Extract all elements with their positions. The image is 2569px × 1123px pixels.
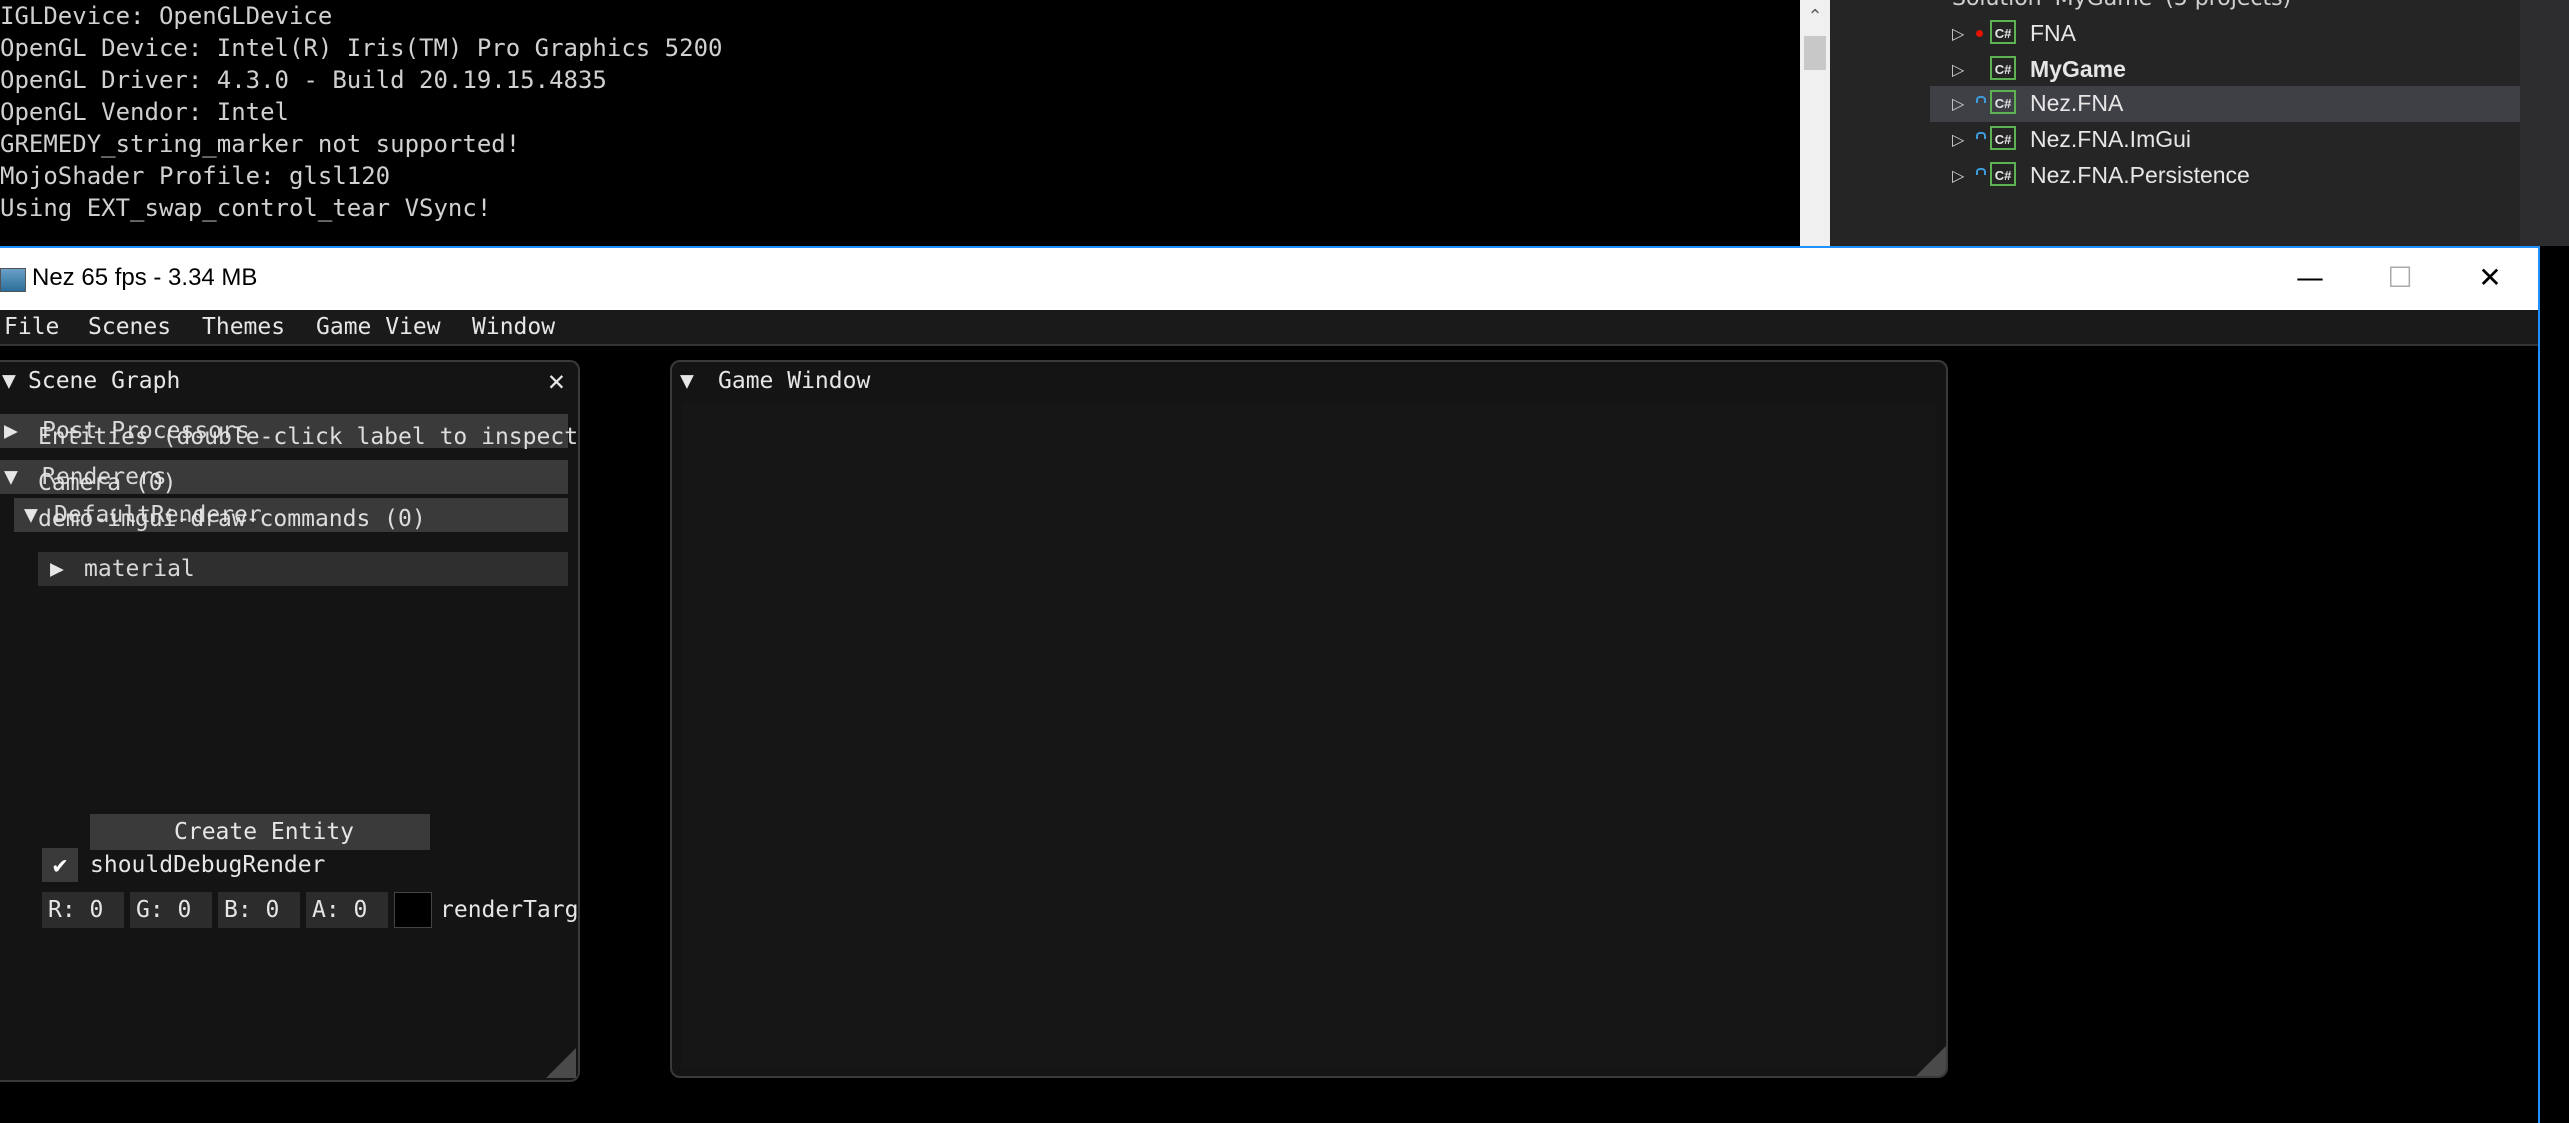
collapse-triangle-icon[interactable]: ▼ bbox=[680, 362, 706, 400]
minimize-button[interactable]: — bbox=[2280, 256, 2340, 300]
lock-icon bbox=[1976, 168, 1986, 175]
console-line: MojoShader Profile: glsl120 bbox=[0, 162, 391, 190]
project-item-nez-fna-imgui[interactable]: ▷ C# Nez.FNA.ImGui bbox=[1930, 122, 2520, 158]
console-scrollbar[interactable]: ⌃ bbox=[1800, 0, 1830, 246]
console-line: OpenGL Driver: 4.3.0 - Build 20.19.15.48… bbox=[0, 66, 607, 94]
menu-window[interactable]: Window bbox=[472, 312, 555, 342]
app-icon bbox=[0, 268, 26, 292]
nez-game-window: Nez 65 fps - 3.34 MB — ☐ ✕ File Scenes T… bbox=[0, 246, 2540, 1123]
console-line: OpenGL Vendor: Intel bbox=[0, 98, 289, 126]
draw-commands-label: demo-imgui-draw-commands (0) bbox=[38, 506, 426, 532]
menu-scenes[interactable]: Scenes bbox=[88, 312, 171, 342]
csharp-project-icon: C# bbox=[1990, 162, 2016, 186]
expand-arrow-icon[interactable]: ▷ bbox=[1952, 130, 1964, 150]
color-r-field[interactable]: R: 0 bbox=[42, 892, 124, 928]
menu-game-view[interactable]: Game View bbox=[316, 312, 441, 342]
collapse-triangle-icon[interactable]: ▼ bbox=[0, 362, 28, 400]
material-label: material bbox=[84, 556, 195, 582]
csharp-project-icon: C# bbox=[1990, 56, 2016, 80]
expand-triangle-icon[interactable]: ▶ bbox=[38, 552, 76, 586]
close-window-button[interactable]: ✕ bbox=[2460, 256, 2520, 300]
lock-icon bbox=[1976, 132, 1986, 139]
resize-grip-icon[interactable] bbox=[1916, 1046, 1946, 1076]
project-name: Nez.FNA.Persistence bbox=[2030, 162, 2250, 188]
menu-themes[interactable]: Themes bbox=[202, 312, 285, 342]
scrollbar-thumb[interactable] bbox=[1804, 36, 1826, 70]
should-debug-render-checkbox[interactable]: ✔ bbox=[42, 848, 78, 882]
expand-arrow-icon[interactable]: ▷ bbox=[1952, 166, 1964, 186]
csharp-project-icon: C# bbox=[1990, 20, 2016, 44]
solution-explorer-edge bbox=[2520, 0, 2569, 246]
lock-icon bbox=[1976, 96, 1986, 103]
close-panel-button[interactable]: ✕ bbox=[548, 366, 565, 396]
console-output: IGLDevice: OpenGLDevice OpenGL Device: I… bbox=[0, 0, 1800, 246]
panel-title: Scene Graph bbox=[28, 368, 181, 394]
project-name: MyGame bbox=[2030, 56, 2126, 82]
project-name: Nez.FNA bbox=[2030, 90, 2124, 116]
panel-title: Game Window bbox=[718, 368, 871, 394]
project-item-mygame[interactable]: ▷ C# MyGame bbox=[1930, 52, 2520, 88]
resize-grip-icon[interactable] bbox=[546, 1048, 576, 1078]
scroll-up-icon[interactable]: ⌃ bbox=[1800, 0, 1830, 34]
window-titlebar[interactable]: Nez 65 fps - 3.34 MB — ☐ ✕ bbox=[0, 248, 2540, 310]
expand-arrow-icon[interactable]: ▷ bbox=[1952, 94, 1964, 114]
project-name: Nez.FNA.ImGui bbox=[2030, 126, 2192, 152]
solution-explorer: Solution 'MyGame' (5 projects) ▷ C# FNA … bbox=[1930, 0, 2569, 246]
create-entity-button[interactable]: Create Entity bbox=[90, 814, 430, 850]
expand-arrow-icon[interactable]: ▷ bbox=[1952, 60, 1964, 80]
project-name: FNA bbox=[2030, 20, 2076, 46]
project-item-nez-fna[interactable]: ▷ C# Nez.FNA bbox=[1930, 86, 2520, 122]
expand-triangle-icon[interactable]: ▶ bbox=[0, 414, 30, 448]
csharp-project-icon: C# bbox=[1990, 90, 2016, 114]
window-title: Nez 65 fps - 3.34 MB bbox=[32, 264, 258, 291]
collapse-triangle-icon[interactable]: ▼ bbox=[0, 460, 30, 494]
menu-file[interactable]: File bbox=[4, 312, 59, 342]
color-a-field[interactable]: A: 0 bbox=[306, 892, 388, 928]
maximize-button[interactable]: ☐ bbox=[2370, 256, 2430, 300]
color-g-field[interactable]: G: 0 bbox=[130, 892, 212, 928]
project-item-fna[interactable]: ▷ C# FNA bbox=[1930, 16, 2520, 52]
console-line: IGLDevice: OpenGLDevice bbox=[0, 2, 333, 30]
solution-title: Solution 'MyGame' (5 projects) bbox=[1952, 0, 2291, 11]
csharp-project-icon: C# bbox=[1990, 126, 2016, 150]
game-window-panel: ▼ Game Window bbox=[670, 360, 1948, 1078]
console-line: GREMEDY_string_marker not supported! bbox=[0, 130, 521, 158]
ide-background bbox=[1830, 0, 1930, 246]
console-line: Using EXT_swap_control_tear VSync! bbox=[0, 194, 492, 222]
render-target-label: renderTarget bbox=[440, 897, 579, 923]
camera-label: Camera (0) bbox=[38, 470, 177, 496]
window-border bbox=[2538, 310, 2540, 1123]
error-icon bbox=[1976, 30, 1983, 37]
scene-graph-panel: ▼ Scene Graph ✕ ▶ Post Processors ▼ Rendere… bbox=[0, 360, 580, 1082]
entities-label: Entities (double-click label to inspect) bbox=[38, 424, 580, 450]
game-window-header[interactable]: ▼ Game Window bbox=[680, 362, 870, 400]
project-item-nez-fna-persistence[interactable]: ▷ C# Nez.FNA.Persistence bbox=[1930, 158, 2520, 194]
expand-arrow-icon[interactable]: ▷ bbox=[1952, 24, 1964, 44]
menu-bar: File Scenes Themes Game View Window bbox=[0, 310, 2540, 346]
game-viewport[interactable] bbox=[682, 402, 1936, 1068]
material-header[interactable]: ▶ material bbox=[38, 552, 568, 586]
scene-graph-header[interactable]: ▼ Scene Graph bbox=[0, 362, 180, 400]
console-line: OpenGL Device: Intel(R) Iris(TM) Pro Gra… bbox=[0, 34, 723, 62]
create-entity-label: Create Entity bbox=[174, 819, 355, 845]
color-b-field[interactable]: B: 0 bbox=[218, 892, 300, 928]
color-swatch[interactable] bbox=[394, 892, 432, 928]
should-debug-render-label: shouldDebugRender bbox=[90, 852, 326, 878]
